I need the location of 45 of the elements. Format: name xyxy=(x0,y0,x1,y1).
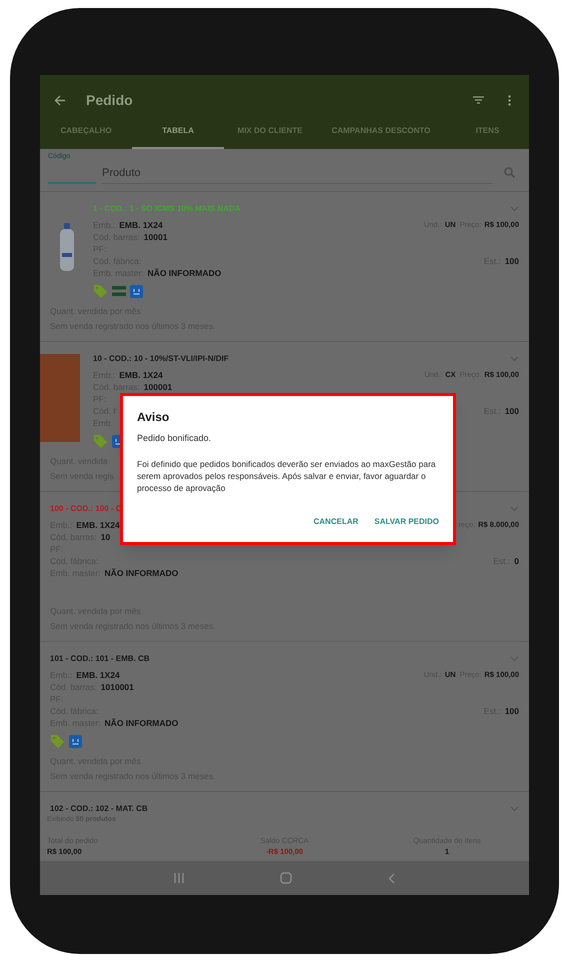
recent-apps-icon[interactable] xyxy=(174,873,184,883)
field-value: 1010001 xyxy=(100,680,134,694)
dialog-message: Foi definido que pedidos bonificados deverão ser enviados ao maxGestão para serem aprovados pelos responsáveis. Após salvar e enviar, favor aguardar o processo de aprovação xyxy=(137,458,437,494)
field-value: EMB. 1X24 xyxy=(119,368,163,382)
tag-icon xyxy=(93,434,108,448)
tag-icon xyxy=(93,284,108,298)
back-icon[interactable] xyxy=(388,872,395,884)
product-search-field[interactable]: Produto xyxy=(102,162,492,184)
dialog-subtitle: Pedido bonificado. xyxy=(137,432,212,445)
equals-icon xyxy=(112,286,126,296)
home-icon[interactable] xyxy=(280,872,292,884)
field-value: 10001 xyxy=(144,230,168,244)
field-value: 100 xyxy=(504,404,519,418)
box-icon xyxy=(69,734,82,748)
filter-icon[interactable] xyxy=(473,96,484,104)
field-value: 100 xyxy=(504,254,519,268)
product-title[interactable]: 101 - COD.: 101 - EMB. CB xyxy=(50,653,150,665)
product-title[interactable]: 1 - COD.: 1 - SO ICMS 10% MAIS NADA xyxy=(93,203,241,215)
more-icon[interactable] xyxy=(508,94,511,106)
tag-icon xyxy=(50,734,65,748)
field-value: NÃO INFORMADO xyxy=(104,566,178,580)
dialog-button[interactable]: CANCELAR xyxy=(314,516,358,528)
tab[interactable]: ITENS xyxy=(446,115,529,149)
product-title[interactable]: 10 - COD.: 10 - 10%/ST-VLI/IPI-N/DIF xyxy=(93,353,229,365)
field-value: 0 xyxy=(514,554,519,568)
field-value: 10 xyxy=(100,530,110,544)
field-value: EMB. 1X24 xyxy=(76,518,120,532)
dialog-button[interactable]: SALVAR PEDIDO xyxy=(374,516,439,528)
tab[interactable]: CAMPANHAS DESCONTO xyxy=(316,115,446,149)
field-value: EMB. 1X24 xyxy=(119,218,163,232)
bottle-drawing xyxy=(58,222,74,270)
tab[interactable]: MIX DO CLIENTE xyxy=(224,115,316,149)
product-title[interactable]: 102 - COD.: 102 - MAT. CB xyxy=(50,803,148,815)
tab[interactable]: TABELA xyxy=(132,115,224,149)
field-value: NÃO INFORMADO xyxy=(104,716,178,730)
field-value: 100001 xyxy=(144,380,172,394)
field-value: EMB. 1X24 xyxy=(76,668,120,682)
back-arrow-icon[interactable] xyxy=(54,94,66,106)
field-value: 100 xyxy=(504,704,519,718)
field-value: NÃO INFORMADO xyxy=(148,266,222,280)
tab[interactable]: CABEÇALHO xyxy=(40,115,132,149)
box-icon xyxy=(130,284,143,298)
search-icon[interactable] xyxy=(504,167,515,178)
dialog-title: Aviso xyxy=(137,409,170,426)
toolbar-title: Pedido xyxy=(86,90,133,110)
